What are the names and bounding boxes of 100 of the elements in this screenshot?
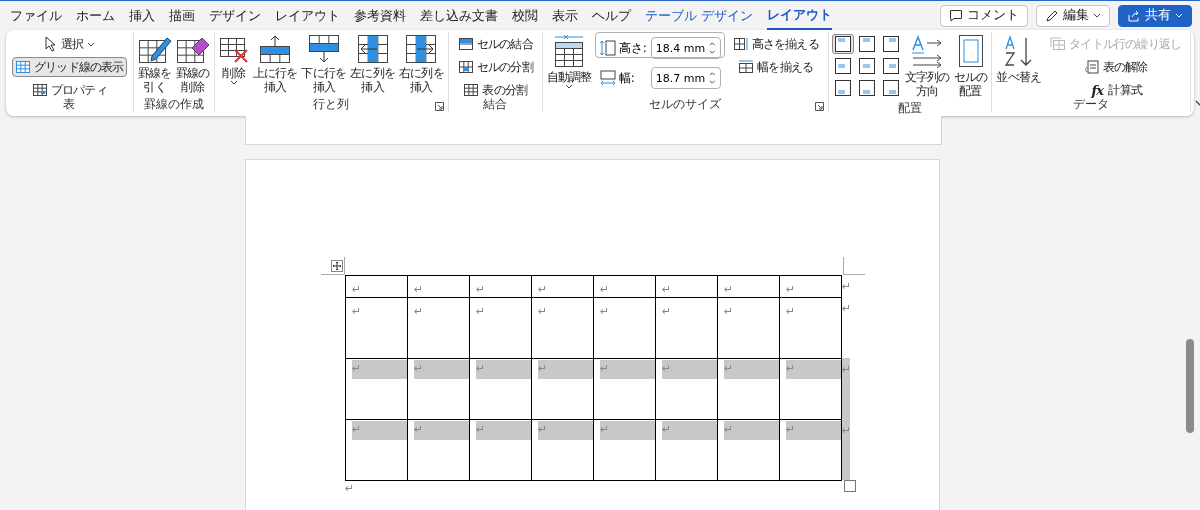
edit-button[interactable]: 編集 [1036,4,1110,27]
ribbon-button[interactable]: 罫線の 削除 [174,32,211,96]
paragraph-mark: ↵ [414,305,424,318]
align-icon [858,36,875,52]
align-button[interactable] [831,34,854,54]
resize-handle-icon [844,480,856,492]
paragraph-mark: ↵ [786,283,796,296]
ribbon-button[interactable]: 左に列を 挿入 [349,32,397,96]
ribbon-button[interactable]: 削除 [217,32,250,87]
align-icon [882,58,899,74]
ribbon-button[interactable]: 自動調整 [545,32,593,91]
group-label: セルのサイズ [648,95,723,113]
ribbon-button[interactable]: 罫線を 引く [136,32,173,96]
ribbon-button[interactable]: グリッド線の表示 [12,57,127,77]
ribbon-button[interactable]: 高さを揃える [729,34,822,54]
table-properties-icon [31,83,48,97]
share-button[interactable]: 共有 [1118,4,1192,27]
table-cell[interactable]: ↵ [345,297,407,358]
ribbon-tab[interactable]: ヘルプ [592,1,631,30]
align-icon [834,80,851,96]
ribbon-tab[interactable]: デザイン [209,1,261,30]
chevron-down-icon [1093,13,1101,18]
table-cell[interactable]: ↵ [717,275,779,297]
spin-field[interactable]: 18.7 mm [650,67,721,89]
pencil-icon [1045,8,1059,23]
ribbon-tab[interactable]: 校閲 [512,1,538,30]
ribbon-tab[interactable]: 挿入 [129,1,155,30]
ribbon-tab[interactable]: レイアウト [275,1,340,30]
paragraph-mark: ↵ [538,283,548,296]
ribbon-button[interactable]: セルの結合 [454,34,536,54]
paragraph-mark: ↵ [662,421,717,440]
paragraph-mark: ↵ [352,305,362,318]
spin-field[interactable]: 18.4 mm [650,37,721,59]
group-label: 結合 [482,96,509,113]
comment-button[interactable]: コメント [940,4,1028,27]
row-end-mark: ↵ [842,419,850,480]
ribbon-tab[interactable]: ファイル [10,1,62,30]
ribbon-button[interactable]: 並べ替え [995,32,1043,86]
paragraph-mark: ↵ [538,421,593,440]
insert-row-below-icon [307,34,340,64]
chevron-down-icon [1175,13,1183,18]
table-cell[interactable]: ↵ [469,275,531,297]
table-cell[interactable]: ↵ [655,297,717,358]
table-cell[interactable]: ↵ [779,297,842,358]
ribbon-button[interactable]: 上に行を 挿入 [251,32,299,96]
table-grid-icon [15,60,31,74]
paragraph-mark: ↵ [476,283,486,296]
row-end-mark: ↵ [842,279,850,295]
repeat-header-icon [1050,37,1067,51]
field-label: 高さ: [618,39,648,57]
spinner-arrows-icon [709,41,716,55]
ribbon-button[interactable]: fx 計算式 [1086,80,1145,100]
paragraph-mark: ↵ [786,305,796,318]
ribbon-button[interactable]: 下に行を 挿入 [300,32,348,96]
ribbon-button[interactable]: セルの 配置 [952,32,989,100]
table-cell[interactable]: ↵ [531,297,593,358]
paragraph-mark: ↵ [414,283,424,296]
ribbon-button[interactable]: 選択 [41,34,98,54]
ribbon-tab[interactable]: テーブル デザイン [645,1,753,30]
ribbon-button[interactable]: セルの分割 [454,57,536,77]
ribbon-button[interactable]: 幅を揃える [735,57,817,77]
paragraph-mark: ↵ [724,360,779,379]
margin-corner-mark [843,257,865,275]
insert-column-left-icon [356,34,389,64]
table-cell[interactable]: ↵ [593,275,655,297]
table-cell[interactable]: ↵ [469,297,531,358]
split-cells-icon [457,60,474,74]
paragraph-mark: ↵ [786,360,841,379]
ribbon-button[interactable]: 文字列の 方向 [903,32,951,100]
paragraph-mark: ↵ [538,305,548,318]
table-cell[interactable]: ↵ [655,275,717,297]
align-icon [882,36,899,52]
table-cell[interactable]: ↵ [717,297,779,358]
paragraph-mark: ↵ [352,283,362,296]
ribbon-tab[interactable]: 差し込み文書 [420,1,498,30]
paragraph-mark: ↵ [662,360,717,379]
ribbon-tab[interactable]: 描画 [169,1,195,30]
paragraph-mark: ↵ [724,305,734,318]
merge-cells-icon [457,37,474,51]
table-cell[interactable]: ↵ [345,275,407,297]
table-cell[interactable]: ↵ [593,297,655,358]
ribbon-button[interactable]: 表の解除 [1080,57,1151,77]
ribbon-tab[interactable]: ホーム [76,1,115,30]
table-cell[interactable]: ↵ [531,275,593,297]
share-icon [1127,8,1141,23]
ribbon-tab[interactable]: 参考資料 [354,1,406,30]
table-cell[interactable]: ↵ [407,297,469,358]
ribbon-button[interactable]: 右に列を 挿入 [398,32,445,96]
autofit-icon [554,34,585,68]
paragraph-mark: ↵ [600,360,655,379]
insert-column-right-icon [405,34,438,64]
paragraph-mark: ↵ [476,360,531,379]
table-cell[interactable]: ↵ [779,275,842,297]
split-table-icon [463,83,480,97]
paragraph-mark: ↵ [724,421,779,440]
table-cell[interactable]: ↵ [407,275,469,297]
ribbon-tab[interactable]: 表示 [552,1,578,30]
row-end-mark: ↵ [842,301,850,317]
paragraph-mark: ↵ [724,283,734,296]
scrollbar-thumb[interactable] [1186,339,1194,433]
